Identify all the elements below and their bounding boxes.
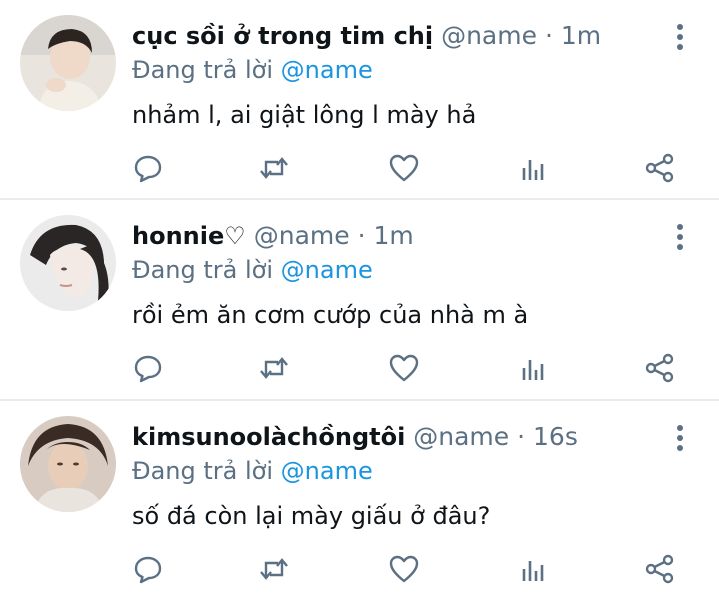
avatar[interactable] [20,15,116,111]
retweet-icon[interactable] [258,553,290,585]
reply-icon[interactable] [132,553,164,585]
replying-to: Đang trả lời @name [132,455,373,487]
tweet[interactable]: honnie♡ @name · 1m Đang trả lời @name rồ… [0,200,719,401]
replying-to: Đang trả lời @name [132,54,373,86]
retweet-icon[interactable] [258,352,290,384]
tweet[interactable]: cục sồi ở trong tim chị @name · 1m Đang … [0,0,719,200]
separator-dot: · [544,21,553,50]
user-handle[interactable]: @name [413,422,509,451]
share-icon[interactable] [644,152,676,184]
share-icon[interactable] [644,553,676,585]
display-name[interactable]: honnie♡ [132,222,246,250]
tweet[interactable]: kimsunoolàchồngtôi @name · 16s Đang trả … [0,401,719,593]
user-handle[interactable]: @name [254,221,350,250]
mention-link[interactable]: @name [281,457,373,485]
more-options-icon[interactable] [667,423,693,453]
tweet-header: honnie♡ @name · 1m [132,218,414,254]
timestamp[interactable]: 16s [533,422,578,451]
tweet-actions [132,553,692,589]
avatar[interactable] [20,215,116,311]
timestamp[interactable]: 1m [561,21,601,50]
like-icon[interactable] [388,553,420,585]
tweet-actions [132,152,692,188]
more-options-icon[interactable] [667,222,693,252]
like-icon[interactable] [388,352,420,384]
replying-label: Đang trả lời [132,56,274,84]
replying-label: Đang trả lời [132,457,274,485]
retweet-icon[interactable] [258,152,290,184]
display-name[interactable]: kimsunoolàchồngtôi [132,423,405,451]
tweet-header: cục sồi ở trong tim chị @name · 1m [132,18,601,54]
mention-link[interactable]: @name [281,56,373,84]
share-icon[interactable] [644,352,676,384]
reply-icon[interactable] [132,152,164,184]
replying-to: Đang trả lời @name [132,254,373,286]
replying-label: Đang trả lời [132,256,274,284]
tweet-text: số đá còn lại mày giấu ở đâu? [132,502,491,530]
user-handle[interactable]: @name [441,21,537,50]
tweet-header: kimsunoolàchồngtôi @name · 16s [132,419,578,455]
avatar[interactable] [20,416,116,512]
separator-dot: · [357,221,366,250]
analytics-icon[interactable] [518,553,550,585]
mention-link[interactable]: @name [281,256,373,284]
more-options-icon[interactable] [667,22,693,52]
display-name[interactable]: cục sồi ở trong tim chị [132,22,433,50]
like-icon[interactable] [388,152,420,184]
reply-icon[interactable] [132,352,164,384]
tweet-actions [132,352,692,388]
tweet-text: rồi ẻm ăn cơm cướp của nhà m à [132,301,529,329]
separator-dot: · [517,422,526,451]
analytics-icon[interactable] [518,152,550,184]
tweet-text: nhảm l, ai giật lông l mày hả [132,101,477,129]
analytics-icon[interactable] [518,352,550,384]
timestamp[interactable]: 1m [373,221,413,250]
